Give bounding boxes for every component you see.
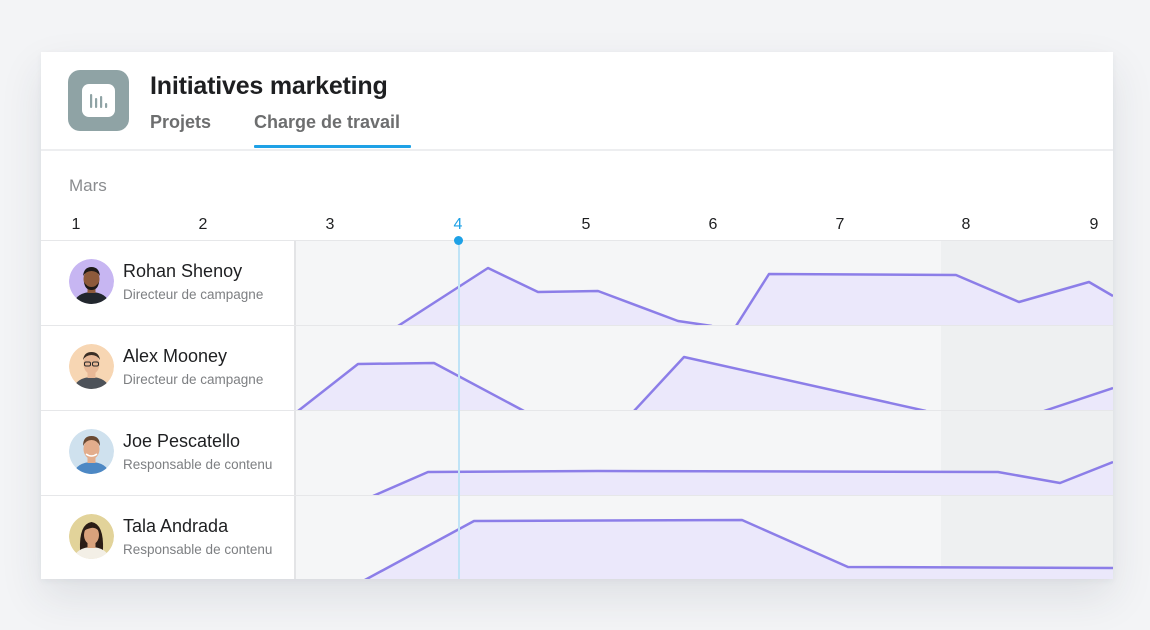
person-row[interactable]: Tala Andrada Responsable de contenu bbox=[41, 496, 296, 579]
person-name: Tala Andrada bbox=[123, 516, 229, 536]
workload-row: Alex Mooney Directeur de campagne bbox=[41, 325, 1113, 411]
person-name: Joe Pescatello bbox=[123, 431, 241, 451]
day-label: 1 bbox=[71, 216, 81, 233]
workload-row: Tala Andrada Responsable de contenu bbox=[41, 495, 1113, 579]
person-name: Alex Mooney bbox=[123, 346, 228, 366]
avatar bbox=[69, 514, 114, 559]
person-role: Responsable de contenu bbox=[123, 457, 273, 472]
avatar bbox=[69, 259, 114, 304]
workload-row: Joe Pescatello Responsable de contenu bbox=[41, 410, 1113, 496]
today-marker-line bbox=[458, 240, 460, 579]
active-tab-indicator bbox=[254, 145, 411, 148]
project-icon[interactable] bbox=[68, 70, 129, 131]
avatar bbox=[69, 344, 114, 389]
day-label: 2 bbox=[198, 216, 208, 233]
person-row[interactable]: Rohan Shenoy Directeur de campagne bbox=[41, 241, 296, 326]
day-label-today: 4 bbox=[453, 216, 463, 233]
person-row[interactable]: Alex Mooney Directeur de campagne bbox=[41, 326, 296, 411]
month-label: Mars bbox=[69, 176, 107, 195]
person-name: Rohan Shenoy bbox=[123, 261, 243, 281]
tab-projets[interactable]: Projets bbox=[150, 112, 211, 133]
day-label: 9 bbox=[1089, 216, 1099, 233]
person-role: Directeur de campagne bbox=[123, 287, 264, 302]
workload-grid: Rohan Shenoy Directeur de campagne Alex … bbox=[41, 240, 1113, 579]
person-role: Responsable de contenu bbox=[123, 542, 273, 557]
today-marker-dot bbox=[454, 236, 463, 245]
day-label: 8 bbox=[961, 216, 971, 233]
day-label: 5 bbox=[581, 216, 591, 233]
workload-panel: Initiatives marketing Projets Charge de … bbox=[41, 52, 1113, 579]
person-row[interactable]: Joe Pescatello Responsable de contenu bbox=[41, 411, 296, 496]
day-label: 3 bbox=[325, 216, 335, 233]
day-label: 6 bbox=[708, 216, 718, 233]
tab-charge-de-travail[interactable]: Charge de travail bbox=[254, 112, 400, 133]
avatar bbox=[69, 429, 114, 474]
person-role: Directeur de campagne bbox=[123, 372, 264, 387]
workload-row: Rohan Shenoy Directeur de campagne bbox=[41, 240, 1113, 326]
header-divider bbox=[41, 149, 1113, 151]
bar-chart-icon bbox=[90, 94, 108, 108]
page-title: Initiatives marketing bbox=[150, 72, 388, 100]
day-label: 7 bbox=[835, 216, 845, 233]
